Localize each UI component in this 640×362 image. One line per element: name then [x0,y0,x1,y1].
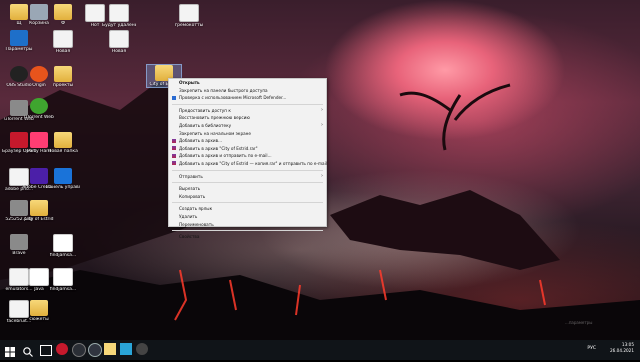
taskbar-obs[interactable] [72,343,86,357]
language-indicator[interactable]: РУС [587,346,596,351]
clock-date: 26.04.2021 [610,348,634,353]
context-menu-item[interactable]: Добавить в архив "City of Estrid — копия… [169,160,327,168]
context-menu-item[interactable]: Копировать [169,193,326,201]
taskbar-app[interactable] [136,343,148,355]
taskbar-telegram[interactable] [120,343,132,355]
desktop-icon[interactable]: City of Estrid [22,200,56,222]
context-menu-item-label: Отправить [179,173,203,179]
context-menu-item[interactable]: Отправить › [169,173,326,181]
utorrent-icon [30,98,48,114]
desktop-icon[interactable]: Новая [46,30,80,54]
context-menu-item[interactable]: Проверка с использованием Microsoft Defe… [169,94,326,102]
context-menu-item-label: Закрепить на панели быстрого доступа [179,87,268,93]
file-icon [53,30,73,48]
file-icon [109,30,129,48]
context-menu-item-label: Проверка с использованием Microsoft Defe… [179,95,287,101]
context-menu-item[interactable]: Удалить [169,213,326,221]
windows-icon [5,347,15,357]
taskbar-app[interactable] [88,343,102,357]
desktop-icon-settings[interactable]: Параметры [2,30,36,52]
folder-icon [30,300,48,316]
winrar-icon [172,161,176,166]
context-menu-item[interactable]: Добавить в архив... [169,137,326,145]
file-icon [109,4,129,22]
winrar-icon [172,153,176,158]
context-menu-item[interactable]: Открыть [169,79,326,87]
context-menu-item-label: Свойства [179,234,200,240]
winrar-icon [172,146,176,151]
folder-icon [54,4,72,20]
context-menu-item-label: Открыть [179,80,200,85]
context-menu-item-label: Добавить в архив и отправить по e-mail..… [179,153,272,159]
desktop-icon[interactable]: Новая [102,30,136,54]
control-panel-icon [54,168,72,184]
context-menu-item[interactable]: Закрепить на начальном экране [169,130,326,138]
context-menu-item-label: Добавить в архив "City of Estrid.rar" [179,145,258,151]
context-menu-item[interactable]: Предоставить доступ к › [169,107,326,115]
menu-separator [172,230,323,232]
context-menu-item-label: Добавить в библиотеку [179,122,232,128]
desktop-icon[interactable]: Будут удалены [102,4,136,28]
chevron-right-icon: › [321,106,323,113]
context-menu-item-label: Вырезать [179,186,201,192]
desktop-icon[interactable]: Ф [46,4,80,26]
folder-icon [54,66,72,82]
context-menu-item-label: Создать ярлык [179,206,213,212]
gear-icon [10,30,28,46]
file-icon [179,4,199,22]
taskbar-search-button[interactable] [22,343,34,357]
folder-icon [30,200,48,216]
chevron-right-icon: › [321,121,323,128]
menu-separator [172,169,323,171]
desktop-icon-utorrent[interactable]: uTorrent Web [22,98,56,120]
menu-separator [172,103,323,105]
task-view-button[interactable] [40,345,52,356]
taskbar: РУС 13:05 26.04.2021 [0,340,640,360]
desktop-icon-java[interactable]: findjamsa... [46,234,80,258]
context-menu-item[interactable]: Вырезать [169,185,326,193]
context-menu-item-label: Восстановить прежнюю версию [179,115,250,121]
context-menu-item-label: Переименовать [179,221,214,227]
defender-icon [172,95,176,100]
context-menu-item[interactable]: Добавить в архив и отправить по e-mail..… [169,152,326,160]
desktop-icon[interactable]: гремокотты [172,4,206,28]
context-menu: Открыть Закрепить на панели быстрого дост… [168,78,327,239]
context-menu-item[interactable]: Добавить в библиотеку › [169,122,326,130]
context-menu-item-label: Копировать [179,193,206,199]
desktop-icon-brave[interactable]: Brave [2,234,36,256]
desktop-icon[interactable]: проекты [46,66,80,88]
context-menu-item[interactable]: Закрепить на панели быстрого доступа [169,87,326,95]
context-menu-item-label: Добавить в архив "City of Estrid — копия… [179,160,327,166]
context-menu-item[interactable]: Переименовать [169,221,326,229]
context-menu-item[interactable]: Создать ярлык [169,205,326,213]
desktop-icon[interactable]: Новая папка [46,132,80,154]
taskbar-opera-gx[interactable] [56,343,68,355]
menu-separator [172,202,323,204]
context-menu-item-label: Добавить в архив... [179,138,223,144]
winrar-icon [172,138,176,143]
desktop-icon[interactable]: сюжеты [22,300,56,322]
brave-icon [10,234,28,250]
context-menu-item[interactable]: Добавить в архив "City of Estrid.rar" [169,145,326,153]
context-menu-item-label: Предоставить доступ к [179,107,231,113]
context-menu-item[interactable]: Восстановить прежнюю версию [169,114,326,122]
watermark-text: ...параметры [565,320,593,325]
chevron-right-icon: › [321,172,323,179]
context-menu-item-label: Закрепить на начальном экране [179,130,251,136]
desktop[interactable]: Щ Параметры OBS Studio uTorrent Web Брау… [0,0,640,340]
context-menu-item-label: Удалить [179,213,198,219]
desktop-icon-control-panel[interactable]: Панель управления [46,168,80,190]
context-menu-item[interactable]: Свойства [169,233,326,241]
folder-icon [54,132,72,148]
desktop-icon-java[interactable]: findjamsa... [46,268,80,292]
search-icon [23,347,33,357]
taskbar-explorer[interactable] [104,343,116,355]
start-button[interactable] [4,343,16,357]
clock[interactable]: 13:05 26.04.2021 [610,342,634,354]
java-icon [53,268,73,286]
menu-separator [172,182,323,184]
java-icon [53,234,73,252]
